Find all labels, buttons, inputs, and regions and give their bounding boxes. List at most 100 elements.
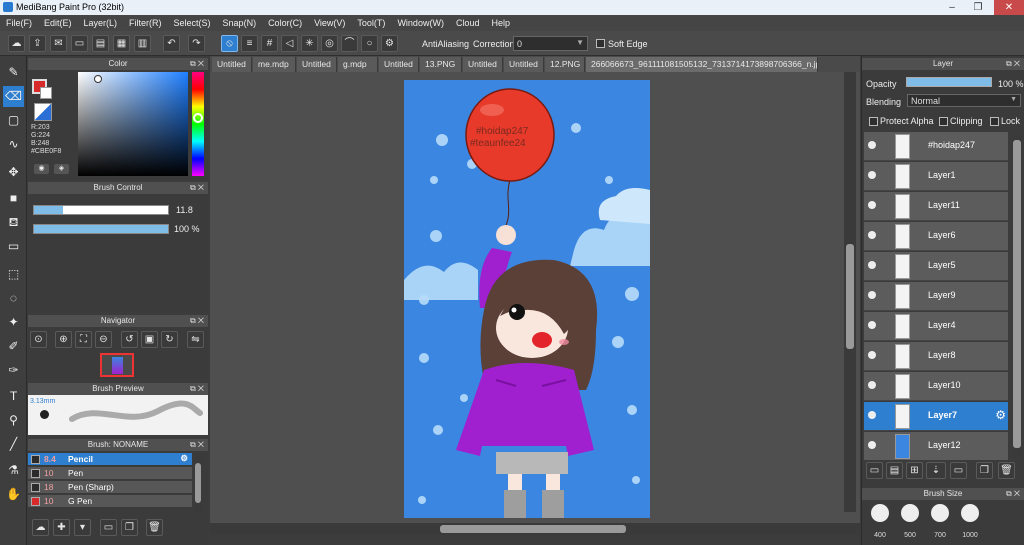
dot-tool-icon[interactable]: ▢ <box>3 110 24 131</box>
tab-12-png[interactable]: 12.PNG <box>545 57 585 72</box>
tab-untitled-3[interactable]: Untitled <box>379 57 419 72</box>
eye-icon[interactable] <box>868 381 876 389</box>
zoom-in-icon[interactable]: ⊕ <box>55 331 72 348</box>
new-halftone-layer-icon[interactable]: ▤ <box>886 462 903 479</box>
delete-layer-icon[interactable]: 🗑 <box>998 462 1015 479</box>
clipping-checkbox[interactable] <box>939 117 948 126</box>
eye-icon[interactable] <box>868 351 876 359</box>
menu-filter[interactable]: Filter(R) <box>123 15 168 31</box>
brush-size-preset-400[interactable]: 400 <box>868 504 892 539</box>
menu-edit[interactable]: Edit(E) <box>38 15 78 31</box>
cloud-icon[interactable]: ☁ <box>8 35 25 52</box>
brush-item[interactable]: 10 G Pen <box>28 495 192 508</box>
select-eraser-icon[interactable]: ✑ <box>3 360 24 381</box>
tab-untitled-4[interactable]: Untitled <box>463 57 503 72</box>
shape-tool-icon[interactable]: ■ <box>3 188 24 209</box>
rotate-left-icon[interactable]: ↺ <box>121 331 138 348</box>
tab-13-png[interactable]: 13.PNG <box>420 57 462 72</box>
bucket-tool-icon[interactable]: ⛾ <box>3 212 24 233</box>
snap-off-icon[interactable]: ⦸ <box>221 35 238 52</box>
menu-tool[interactable]: Tool(T) <box>351 15 391 31</box>
lock-checkbox[interactable] <box>990 117 999 126</box>
gradient-tool-icon[interactable]: ▭ <box>3 236 24 257</box>
minimize-button[interactable]: – <box>940 0 964 15</box>
protect-alpha-checkbox[interactable] <box>869 117 878 126</box>
close-button[interactable]: ✕ <box>994 0 1024 15</box>
zoom-reset-icon[interactable]: ⊙ <box>30 331 47 348</box>
panel-controls-icon[interactable]: ⧉ ✕ <box>1006 58 1020 70</box>
layer-row[interactable]: #hoidap247 <box>864 132 1008 161</box>
circle-snap-icon[interactable]: ○ <box>361 35 378 52</box>
layer-row[interactable]: Layer5 <box>864 252 1008 281</box>
brush-size-preset-500[interactable]: 500 <box>898 504 922 539</box>
tab-me-mdp[interactable]: me.mdp <box>253 57 296 72</box>
panel-controls-icon[interactable]: ⧉ ✕ <box>190 182 204 194</box>
brush-list-scrollbar[interactable] <box>194 453 202 513</box>
select-pen-icon[interactable]: ✐ <box>3 336 24 357</box>
tab-active-jpg[interactable]: 266066673_961111081505132_73137141738987… <box>586 57 818 72</box>
picker-handle[interactable] <box>94 75 102 83</box>
lasso-tool-icon[interactable]: ◌ <box>3 288 24 309</box>
eye-icon[interactable] <box>868 171 876 179</box>
color-mode-button[interactable]: ◉ <box>34 164 49 174</box>
canvas-hscroll-thumb[interactable] <box>440 525 626 533</box>
artwork-canvas[interactable]: #hoidap247 #teaunfee24 <box>404 80 650 518</box>
layer-menu-icon[interactable]: ⇣ <box>926 462 946 479</box>
canvas-vertical-scrollbar[interactable] <box>844 72 856 512</box>
hue-slider[interactable] <box>192 72 204 176</box>
layer-group-icon[interactable]: ▭ <box>950 462 967 479</box>
radial-snap-icon[interactable]: ✳ <box>301 35 318 52</box>
magic-wand-icon[interactable]: ✦ <box>3 312 24 333</box>
eye-icon[interactable] <box>868 201 876 209</box>
layer-opacity-slider[interactable] <box>906 77 992 87</box>
panel-controls-icon[interactable]: ⧉ ✕ <box>1006 488 1020 500</box>
parallel-snap-icon[interactable]: ≡ <box>241 35 258 52</box>
new-layer-icon[interactable]: ▭ <box>866 462 883 479</box>
eye-icon[interactable] <box>868 231 876 239</box>
menu-view[interactable]: View(V) <box>308 15 351 31</box>
layer-row[interactable]: Layer1 <box>864 162 1008 191</box>
canvas-horizontal-scrollbar[interactable] <box>210 523 860 535</box>
blending-dropdown[interactable]: Normal ▼ <box>907 94 1021 107</box>
duplicate-brush-icon[interactable]: ❐ <box>121 519 138 536</box>
tab-untitled-1[interactable]: Untitled <box>212 57 252 72</box>
operation-tool-icon[interactable]: ⚲ <box>3 410 24 431</box>
transparent-swatch[interactable] <box>34 103 52 121</box>
saturation-value-picker[interactable] <box>78 72 188 176</box>
document-icon[interactable]: ▤ <box>92 35 109 52</box>
menu-layer[interactable]: Layer(L) <box>78 15 124 31</box>
layer-row[interactable]: Layer9 <box>864 282 1008 311</box>
eye-icon[interactable] <box>868 411 876 419</box>
eye-icon[interactable] <box>868 321 876 329</box>
hue-handle[interactable] <box>193 113 203 123</box>
divide-tool-icon[interactable]: ╱ <box>3 434 24 455</box>
layer-row[interactable]: Layer11 <box>864 192 1008 221</box>
gear-icon[interactable]: ⚙ <box>180 453 188 464</box>
layer-row[interactable]: Layer6 <box>864 222 1008 251</box>
rotate-right-icon[interactable]: ↻ <box>161 331 178 348</box>
brush-menu-icon[interactable]: ▾ <box>74 519 91 536</box>
layer-list-scroll-thumb[interactable] <box>1013 140 1021 448</box>
eyedropper-icon[interactable]: ⚗ <box>3 460 24 481</box>
brush-folder-icon[interactable]: ▭ <box>100 519 117 536</box>
eye-icon[interactable] <box>868 261 876 269</box>
zoom-out-icon[interactable]: ⊖ <box>95 331 112 348</box>
brush-size-preset-700[interactable]: 700 <box>928 504 952 539</box>
redo-icon[interactable]: ↷ <box>188 35 205 52</box>
layer-row[interactable]: Layer12 <box>864 432 1008 460</box>
brush-item[interactable]: 18 Pen (Sharp) <box>28 481 192 494</box>
gear-icon[interactable]: ⚙ <box>995 408 1006 422</box>
canvas-vscroll-thumb[interactable] <box>846 244 854 349</box>
menu-color[interactable]: Color(C) <box>262 15 308 31</box>
eraser-tool-icon[interactable]: ⌫ <box>3 86 24 107</box>
panel-controls-icon[interactable]: ⧉ ✕ <box>190 58 204 70</box>
brush-size-slider[interactable] <box>33 205 169 215</box>
brush-list-scroll-thumb[interactable] <box>195 463 201 503</box>
menu-file[interactable]: File(F) <box>0 15 38 31</box>
brush-item[interactable]: 10 Pen <box>28 467 192 480</box>
curve-snap-icon[interactable]: ⌒ <box>341 35 358 52</box>
menu-window[interactable]: Window(W) <box>391 15 450 31</box>
grid-doc-icon[interactable]: ▦ <box>113 35 130 52</box>
brush-opacity-slider[interactable] <box>33 224 169 234</box>
panel-controls-icon[interactable]: ⧉ ✕ <box>190 383 204 395</box>
